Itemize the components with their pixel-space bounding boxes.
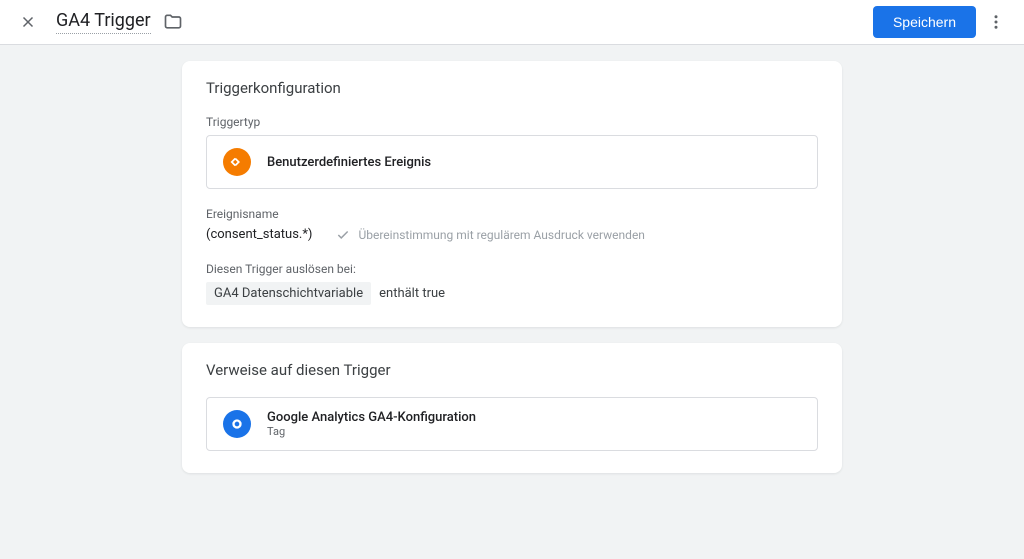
event-name-value: (consent_status.*) xyxy=(206,227,312,242)
save-button[interactable]: Speichern xyxy=(873,6,976,38)
more-options-button[interactable] xyxy=(984,10,1008,34)
condition-operator-value: enthält true xyxy=(379,286,445,301)
close-icon xyxy=(19,13,37,31)
reference-text: Google Analytics GA4-Konfiguration Tag xyxy=(267,410,476,438)
page-title[interactable]: GA4 Trigger xyxy=(56,10,151,34)
trigger-condition: GA4 Datenschichtvariable enthält true xyxy=(206,282,818,305)
header-bar: GA4 Trigger Speichern xyxy=(0,0,1024,45)
regex-option: Übereinstimmung mit regulärem Ausdruck v… xyxy=(336,228,644,242)
regex-label: Übereinstimmung mit regulärem Ausdruck v… xyxy=(358,228,644,242)
close-button[interactable] xyxy=(16,10,40,34)
main-content: Triggerkonfiguration Triggertyp Benutzer… xyxy=(0,45,1024,489)
condition-label: Diesen Trigger auslösen bei: xyxy=(206,262,818,276)
check-icon xyxy=(336,228,350,242)
condition-variable-chip: GA4 Datenschichtvariable xyxy=(206,282,371,305)
reference-name: Google Analytics GA4-Konfiguration xyxy=(267,410,476,425)
trigger-type-value: Benutzerdefiniertes Ereignis xyxy=(267,155,431,170)
custom-event-icon xyxy=(223,148,251,176)
folder-button[interactable] xyxy=(163,12,183,32)
trigger-config-title: Triggerkonfiguration xyxy=(206,79,818,97)
tag-icon xyxy=(223,410,251,438)
references-title: Verweise auf diesen Trigger xyxy=(206,361,818,379)
trigger-type-selector[interactable]: Benutzerdefiniertes Ereignis xyxy=(206,135,818,189)
more-vertical-icon xyxy=(987,13,1005,31)
references-card: Verweise auf diesen Trigger Google Analy… xyxy=(182,343,842,473)
reference-item[interactable]: Google Analytics GA4-Konfiguration Tag xyxy=(206,397,818,451)
trigger-config-card: Triggerkonfiguration Triggertyp Benutzer… xyxy=(182,61,842,327)
reference-type: Tag xyxy=(267,425,476,438)
folder-icon xyxy=(163,12,183,32)
trigger-type-label: Triggertyp xyxy=(206,115,818,129)
event-name-label: Ereignisname xyxy=(206,207,818,221)
event-name-row: (consent_status.*) Übereinstimmung mit r… xyxy=(206,227,818,242)
